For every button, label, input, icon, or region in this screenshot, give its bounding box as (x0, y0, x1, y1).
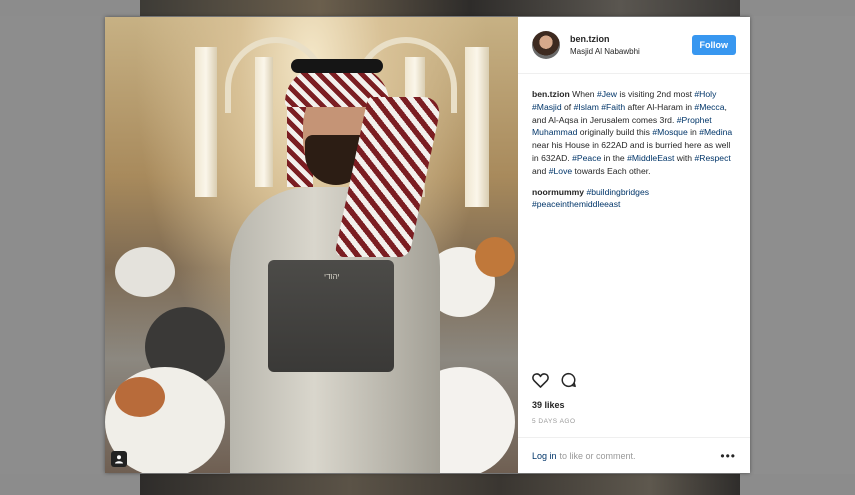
crowd-figure (475, 237, 515, 277)
background-strip-bottom (140, 474, 740, 495)
caption-hashtag[interactable]: #Mosque (652, 127, 687, 137)
caption-hashtag[interactable]: Muhammad (532, 127, 577, 137)
avatar[interactable] (532, 31, 560, 59)
caption-hashtag[interactable]: #Peace (572, 153, 601, 163)
caption-hashtag[interactable]: #Jew (597, 89, 617, 99)
caption-text-segment: in the (601, 152, 628, 163)
caption: ben.tzion When #Jew is visiting 2nd most… (532, 88, 736, 178)
mosque-column (465, 47, 489, 207)
header-names: ben.tzion Masjid Al Nabawbhi (570, 34, 692, 56)
caption-hashtag[interactable]: #Islam (574, 102, 599, 112)
post-sidebar: ben.tzion Masjid Al Nabawbhi Follow ben.… (518, 17, 750, 473)
heart-icon[interactable] (532, 372, 550, 390)
caption-text-segment: with (674, 152, 695, 163)
bag-label: יהודי (324, 272, 340, 281)
agal-band (291, 59, 383, 73)
caption-hashtag[interactable]: #Medina (699, 127, 732, 137)
caption-text-segment: after Al-Haram in (625, 101, 695, 112)
caption-hashtag[interactable]: #Love (549, 166, 572, 176)
caption-hashtag[interactable]: #Prophet (677, 115, 712, 125)
login-prompt: to like or comment. (559, 451, 636, 461)
caption-text-segment: and (532, 165, 549, 176)
caption-text-segment: is visiting 2nd most (617, 89, 695, 99)
header-username[interactable]: ben.tzion (570, 34, 692, 44)
caption-username[interactable]: ben.tzion (532, 89, 570, 99)
caption-text-segment: of (561, 101, 574, 112)
likes-count[interactable]: 39 likes (532, 400, 565, 410)
tallit-bag: יהודי (268, 260, 394, 372)
caption-hashtag[interactable]: #Respect (694, 153, 730, 163)
crowd-figure (115, 377, 165, 417)
caption-hashtag[interactable]: #Mecca (694, 102, 724, 112)
user-tag-icon[interactable] (111, 451, 127, 467)
caption-text-segment: in (687, 127, 700, 138)
caption-hashtag[interactable]: #Faith (601, 102, 625, 112)
post-header: ben.tzion Masjid Al Nabawbhi Follow (518, 17, 750, 74)
mosque-column (195, 47, 217, 197)
background-strip-top (140, 0, 740, 16)
post-footer: Log in to like or comment. ••• (518, 437, 750, 474)
caption-text-segment: towards Each other. (572, 165, 651, 176)
instagram-post-card: יהודי ben.tzion Masjid Al Nabawbhi Follo… (105, 17, 750, 473)
follow-button[interactable]: Follow (691, 35, 736, 55)
comment: noormummy #buildingbridges #peaceinthemi… (532, 186, 736, 212)
post-age: 5 DAYS AGO (532, 418, 576, 425)
more-options-icon[interactable]: ••• (720, 449, 736, 463)
login-link[interactable]: Log in (532, 451, 557, 461)
comment-icon[interactable] (560, 372, 577, 393)
header-location[interactable]: Masjid Al Nabawbhi (570, 47, 692, 56)
post-photo[interactable]: יהודי (105, 17, 518, 473)
caption-text: When #Jew is visiting 2nd most #Holy #Ma… (532, 89, 732, 176)
comments-section: ben.tzion When #Jew is visiting 2nd most… (518, 74, 750, 211)
action-bar (532, 372, 577, 393)
caption-hashtag[interactable]: #MiddleEast (627, 153, 674, 163)
crowd-figure (115, 247, 175, 297)
background-left (0, 16, 105, 474)
background-right (750, 16, 855, 474)
caption-text-segment: When (569, 89, 597, 99)
caption-text-segment: originally build this (577, 127, 653, 138)
comment-username[interactable]: noormummy (532, 187, 584, 197)
caption-hashtag[interactable]: #Holy (694, 89, 716, 99)
caption-hashtag[interactable]: #Masjid (532, 102, 562, 112)
